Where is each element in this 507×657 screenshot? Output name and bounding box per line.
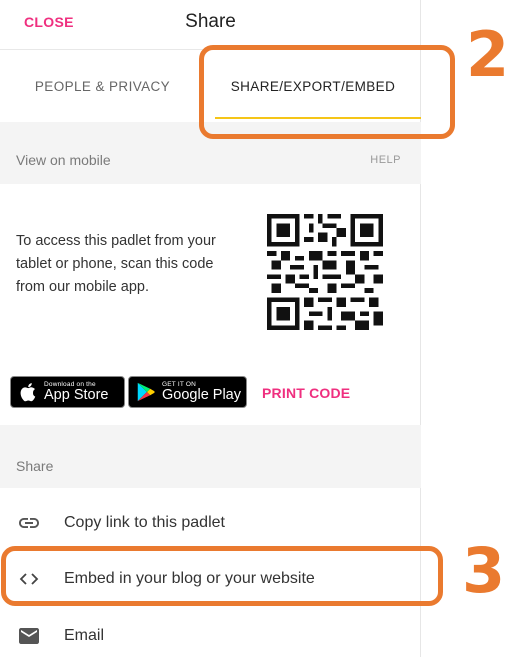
google-play-badge[interactable]: GET IT ON Google Play	[128, 376, 247, 408]
email-item[interactable]: Email	[0, 610, 421, 657]
google-play-big-text: Google Play	[162, 387, 241, 403]
google-play-icon	[137, 382, 155, 402]
app-store-big-text: App Store	[44, 387, 109, 403]
annotation-step-number: 3	[462, 534, 506, 607]
panel-header: CLOSE Share	[0, 0, 421, 50]
help-link[interactable]: HELP	[370, 154, 401, 166]
annotation-highlight-tab	[199, 45, 455, 139]
tab-people-privacy[interactable]: PEOPLE & PRIVACY	[0, 50, 205, 122]
app-store-badge[interactable]: Download on the App Store	[10, 376, 125, 408]
share-section-header: Share	[0, 425, 421, 488]
copy-link-item[interactable]: Copy link to this padlet	[0, 497, 421, 549]
copy-link-label: Copy link to this padlet	[64, 514, 225, 531]
panel-title: Share	[185, 11, 236, 32]
mobile-description: To access this padlet from your tablet o…	[16, 233, 216, 295]
print-code-button[interactable]: PRINT CODE	[262, 385, 350, 401]
link-icon	[16, 510, 42, 536]
mobile-section-title: View on mobile	[16, 152, 111, 168]
qr-code	[267, 214, 383, 330]
apple-icon	[20, 383, 36, 402]
email-label: Email	[64, 627, 105, 644]
share-section-title: Share	[16, 458, 54, 474]
email-icon	[16, 623, 42, 649]
annotation-step-number: 2	[466, 18, 507, 91]
annotation-highlight-embed	[1, 546, 443, 606]
